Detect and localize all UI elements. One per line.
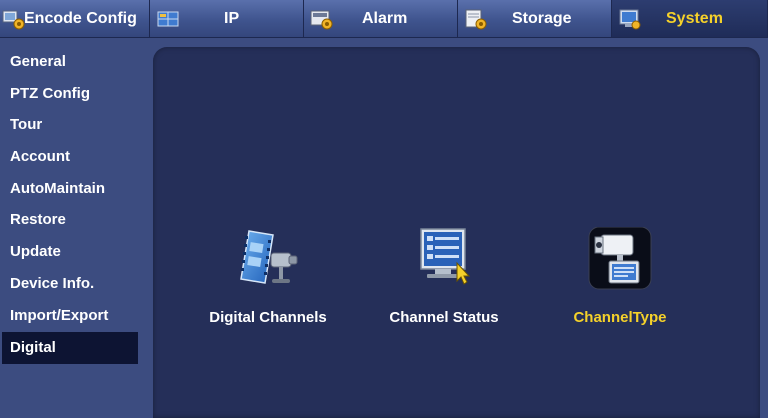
tile-label: Digital Channels	[209, 309, 327, 326]
channel-type-button[interactable]: ChannelType	[545, 226, 695, 337]
sidebar-item-import-export[interactable]: Import/Export	[2, 300, 138, 332]
tile-label: Channel Status	[389, 309, 499, 326]
ip-network-icon	[156, 8, 180, 30]
tab-label: System	[666, 10, 723, 27]
sidebar-item-automaintain[interactable]: AutoMaintain	[2, 173, 138, 205]
sidebar-item-label: PTZ Config	[10, 85, 90, 102]
sidebar-item-update[interactable]: Update	[2, 236, 138, 268]
tab-ip[interactable]: IP	[150, 0, 304, 38]
encode-config-icon	[2, 8, 26, 30]
sidebar-item-label: General	[10, 53, 66, 70]
tab-alarm[interactable]: Alarm	[304, 0, 458, 38]
digital-channels-icon	[235, 227, 301, 291]
tab-storage[interactable]: Storage	[458, 0, 612, 38]
sidebar-item-label: Restore	[10, 211, 66, 228]
storage-icon	[464, 8, 488, 30]
tab-encode-config[interactable]: Encode Config	[0, 0, 150, 38]
sidebar-item-label: Device Info.	[10, 275, 95, 292]
sidebar-item-label: Import/Export	[10, 307, 109, 324]
sidebar-item-label: Account	[10, 148, 70, 165]
tab-label: IP	[224, 10, 240, 27]
tab-label: Storage	[512, 10, 572, 27]
tab-label: Encode Config	[24, 10, 137, 27]
sidebar-item-tour[interactable]: Tour	[2, 109, 138, 141]
sidebar-item-restore[interactable]: Restore	[2, 204, 138, 236]
sidebar-item-account[interactable]: Account	[2, 141, 138, 173]
sidebar-item-label: Update	[10, 243, 61, 260]
channel-status-icon	[411, 227, 477, 291]
main-panel: Digital Channels Channel Status ChannelT…	[153, 47, 760, 418]
tab-label: Alarm	[362, 10, 408, 27]
channel-type-icon	[587, 226, 653, 291]
sidebar-item-general[interactable]: General	[2, 46, 138, 78]
sidebar: General PTZ Config Tour Account AutoMain…	[0, 44, 146, 418]
sidebar-item-label: Digital	[10, 339, 56, 356]
channel-status-button[interactable]: Channel Status	[369, 227, 519, 337]
alarm-icon	[310, 8, 334, 30]
system-icon	[618, 8, 642, 30]
sidebar-item-device-info[interactable]: Device Info.	[2, 268, 138, 300]
sidebar-item-label: AutoMaintain	[10, 180, 105, 197]
tile-label: ChannelType	[573, 309, 667, 326]
sidebar-item-ptz-config[interactable]: PTZ Config	[2, 78, 138, 110]
top-tab-bar: Encode Config IP Alarm Storage System	[0, 0, 768, 38]
tab-system[interactable]: System	[612, 0, 768, 38]
digital-channels-button[interactable]: Digital Channels	[193, 227, 343, 337]
sidebar-item-digital[interactable]: Digital	[2, 332, 138, 364]
sidebar-item-label: Tour	[10, 116, 43, 133]
